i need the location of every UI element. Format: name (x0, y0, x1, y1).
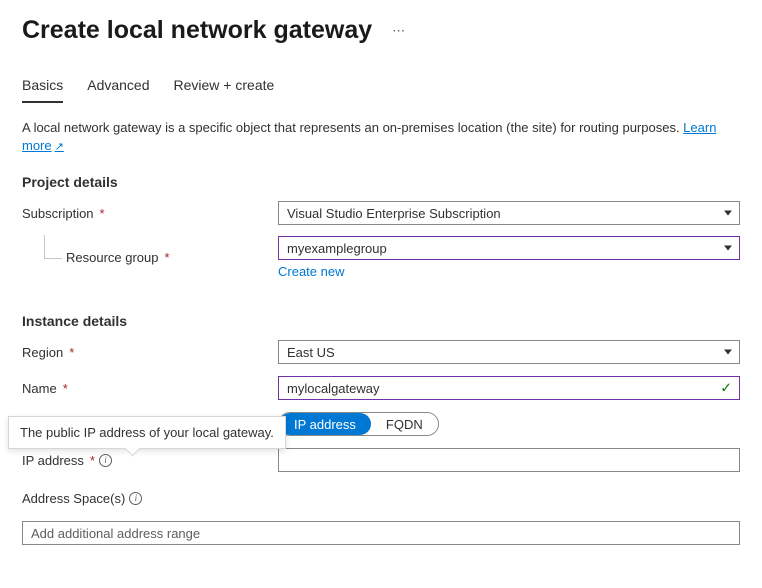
tab-basics[interactable]: Basics (22, 77, 63, 103)
tab-advanced[interactable]: Advanced (87, 77, 149, 103)
subscription-label: Subscription (22, 206, 94, 221)
region-label: Region (22, 345, 63, 360)
ip-address-label: IP address (22, 453, 84, 468)
description-text: A local network gateway is a specific ob… (22, 119, 740, 154)
info-icon[interactable]: i (129, 492, 142, 505)
resource-group-dropdown[interactable]: myexamplegroup (278, 236, 740, 260)
subscription-dropdown[interactable]: Visual Studio Enterprise Subscription (278, 201, 740, 225)
section-instance-details: Instance details (22, 313, 740, 329)
chevron-down-icon (724, 246, 732, 251)
address-spaces-label: Address Space(s) (22, 491, 125, 506)
endpoint-toggle: IP address FQDN (278, 412, 439, 436)
more-actions-button[interactable]: ⋯ (388, 19, 410, 43)
tooltip: The public IP address of your local gate… (8, 416, 286, 449)
ip-address-input[interactable] (278, 448, 740, 472)
chevron-down-icon (724, 211, 732, 216)
tab-review-create[interactable]: Review + create (174, 77, 275, 103)
endpoint-option-ip[interactable]: IP address (279, 413, 371, 435)
required-indicator: * (69, 345, 74, 360)
endpoint-option-fqdn[interactable]: FQDN (371, 413, 438, 435)
tab-bar: Basics Advanced Review + create (22, 77, 740, 103)
address-range-input[interactable]: Add additional address range (22, 521, 740, 545)
check-icon: ✓ (720, 380, 732, 397)
resource-group-label: Resource group (66, 250, 159, 265)
required-indicator: * (63, 381, 68, 396)
name-label: Name (22, 381, 57, 396)
required-indicator: * (165, 250, 170, 265)
info-icon[interactable]: i (99, 454, 112, 467)
required-indicator: * (90, 453, 95, 468)
create-new-link[interactable]: Create new (278, 264, 344, 279)
name-input[interactable]: mylocalgateway ✓ (278, 376, 740, 400)
tree-connector (44, 235, 62, 259)
chevron-down-icon (724, 350, 732, 355)
external-link-icon: ↗ (55, 141, 64, 153)
region-dropdown[interactable]: East US (278, 340, 740, 364)
page-title: Create local network gateway (22, 16, 372, 45)
required-indicator: * (100, 206, 105, 221)
section-project-details: Project details (22, 174, 740, 190)
